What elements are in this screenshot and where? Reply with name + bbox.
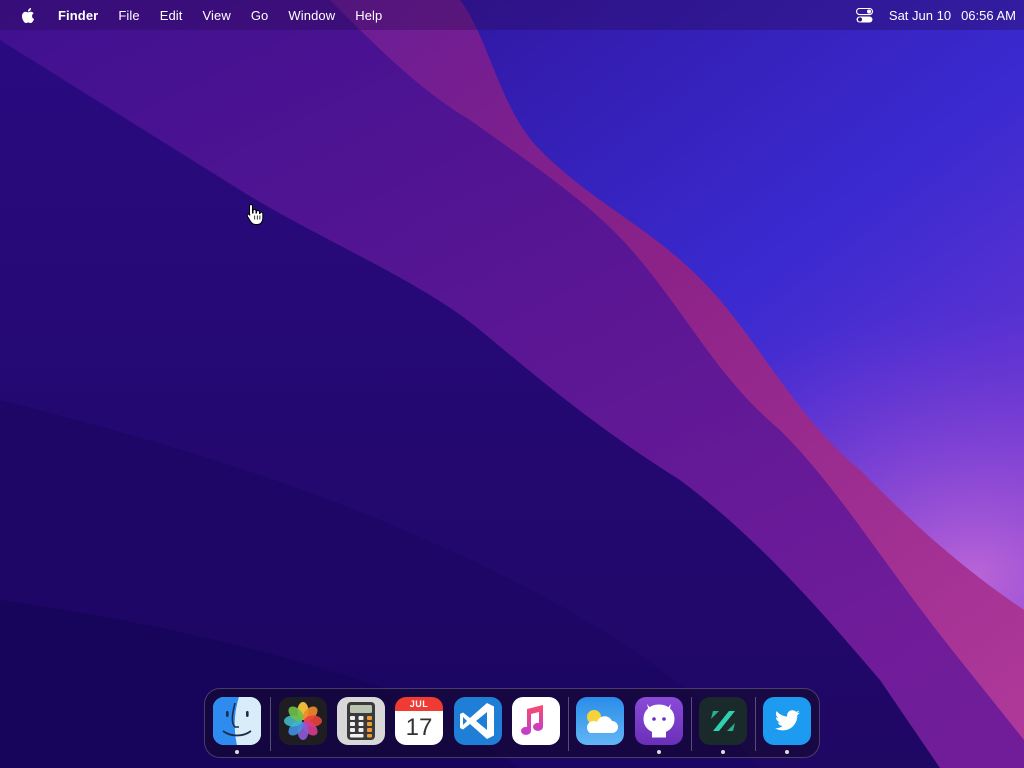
calendar-icon[interactable]: JUL 17 bbox=[395, 697, 443, 745]
running-indicator bbox=[235, 750, 239, 754]
hand-pointer-icon bbox=[246, 203, 264, 225]
finder-icon[interactable] bbox=[213, 697, 261, 745]
weather-icon[interactable] bbox=[576, 697, 624, 745]
menu-help[interactable]: Help bbox=[355, 8, 382, 23]
menu-window[interactable]: Window bbox=[288, 8, 335, 23]
menu-file[interactable]: File bbox=[118, 8, 139, 23]
dock: JUL 17 bbox=[204, 688, 820, 758]
control-center-icon[interactable] bbox=[855, 7, 874, 23]
dock-separator bbox=[270, 697, 271, 751]
music-icon[interactable] bbox=[512, 697, 560, 745]
dock-separator bbox=[755, 697, 756, 751]
dock-separator bbox=[568, 697, 569, 751]
apple-logo-icon[interactable] bbox=[21, 6, 37, 24]
menubar-date[interactable]: Sat Jun 10 bbox=[889, 8, 951, 23]
running-indicator bbox=[785, 750, 789, 754]
dock-separator bbox=[691, 697, 692, 751]
menu-go[interactable]: Go bbox=[251, 8, 269, 23]
photos-icon[interactable] bbox=[279, 697, 327, 745]
menubar-time[interactable]: 06:56 AM bbox=[961, 8, 1016, 23]
s-app-icon[interactable] bbox=[699, 697, 747, 745]
menu-view[interactable]: View bbox=[203, 8, 231, 23]
calendar-day: 17 bbox=[395, 711, 443, 745]
calendar-month: JUL bbox=[395, 697, 443, 711]
menu-edit[interactable]: Edit bbox=[160, 8, 183, 23]
menu-bar: Finder File Edit View Go Window Help Sat… bbox=[0, 0, 1024, 30]
menu-app-name[interactable]: Finder bbox=[58, 8, 98, 23]
vscode-icon[interactable] bbox=[454, 697, 502, 745]
twitter-icon[interactable] bbox=[763, 697, 811, 745]
running-indicator bbox=[657, 750, 661, 754]
calculator-icon[interactable] bbox=[337, 697, 385, 745]
desktop-wallpaper bbox=[0, 0, 1024, 768]
running-indicator bbox=[721, 750, 725, 754]
github-icon[interactable] bbox=[635, 697, 683, 745]
